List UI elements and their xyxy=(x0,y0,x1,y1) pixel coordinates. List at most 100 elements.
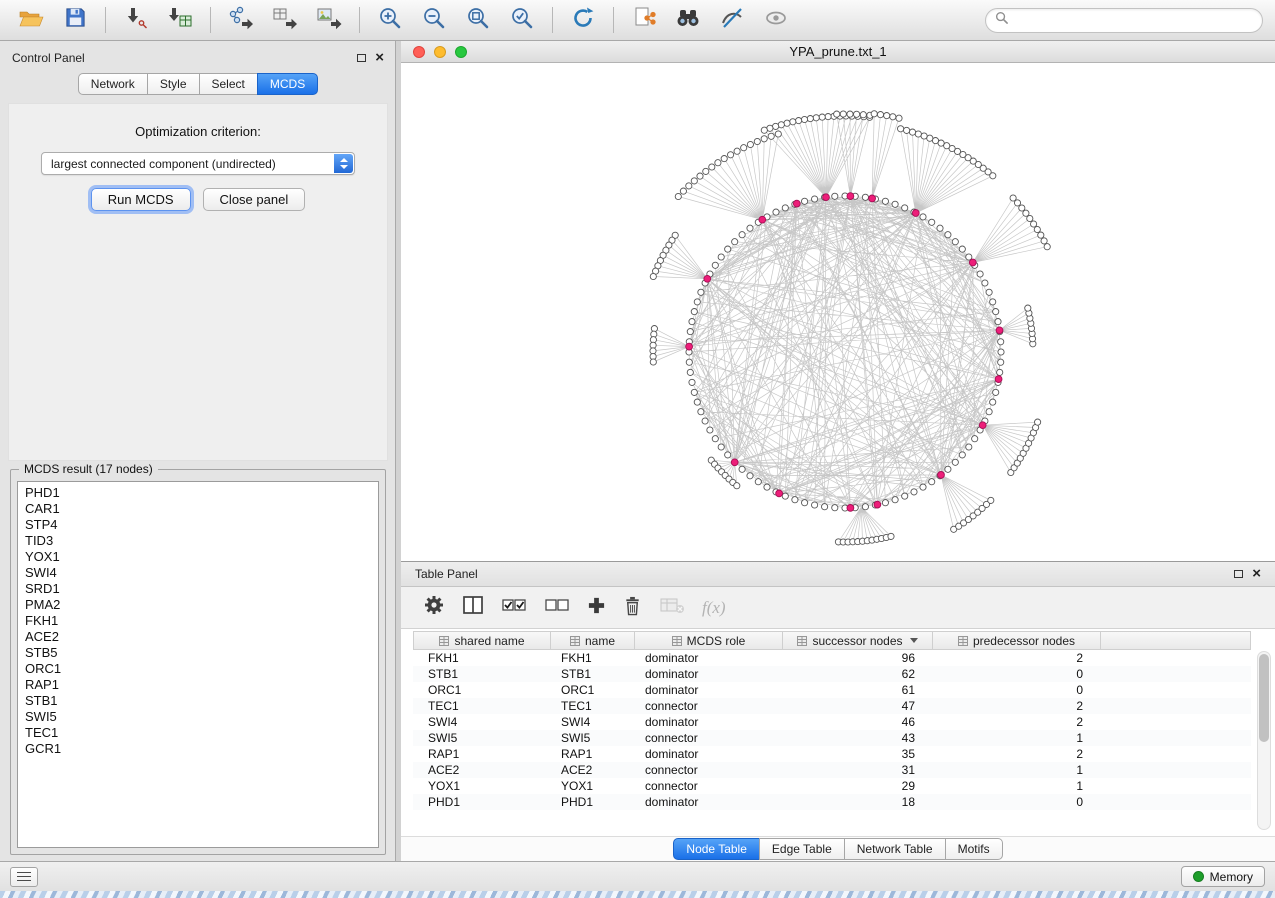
network-leaf-node[interactable] xyxy=(921,133,927,139)
network-leaf-node[interactable] xyxy=(819,114,825,120)
network-node[interactable] xyxy=(998,339,1004,345)
network-dominator-node[interactable] xyxy=(823,194,830,201)
import-table-button[interactable] xyxy=(161,4,199,36)
network-canvas[interactable] xyxy=(401,63,1275,560)
network-node[interactable] xyxy=(707,427,713,433)
network-leaf-node[interactable] xyxy=(847,111,853,117)
save-session-button[interactable] xyxy=(56,4,94,36)
network-leaf-node[interactable] xyxy=(675,193,681,199)
tab-network[interactable]: Network xyxy=(78,73,148,95)
network-leaf-node[interactable] xyxy=(890,114,896,120)
network-node[interactable] xyxy=(911,489,917,495)
network-leaf-node[interactable] xyxy=(691,178,697,184)
network-dominator-node[interactable] xyxy=(731,459,738,466)
network-node[interactable] xyxy=(862,504,868,510)
network-leaf-node[interactable] xyxy=(703,168,709,174)
network-node[interactable] xyxy=(718,254,724,260)
network-leaf-node[interactable] xyxy=(807,116,813,122)
network-node[interactable] xyxy=(986,409,992,415)
network-node[interactable] xyxy=(773,209,779,215)
network-leaf-node[interactable] xyxy=(775,131,781,137)
create-column-button[interactable] xyxy=(587,596,606,620)
close-window-button[interactable] xyxy=(413,46,425,58)
network-node[interactable] xyxy=(986,289,992,295)
network-leaf-node[interactable] xyxy=(825,114,831,120)
zoom-out-button[interactable] xyxy=(415,4,453,36)
column-header-MCDS-role[interactable]: MCDS role xyxy=(635,631,783,650)
network-leaf-node[interactable] xyxy=(1041,238,1047,244)
close-table-panel-button[interactable]: × xyxy=(1252,569,1261,579)
zoom-in-button[interactable] xyxy=(371,4,409,36)
network-node[interactable] xyxy=(959,246,965,252)
network-node[interactable] xyxy=(920,484,926,490)
network-node[interactable] xyxy=(802,500,808,506)
network-leaf-node[interactable] xyxy=(801,116,807,122)
mcds-result-item[interactable]: SRD1 xyxy=(25,581,378,597)
network-node[interactable] xyxy=(687,369,693,375)
first-neighbors-button[interactable] xyxy=(669,4,707,36)
network-leaf-node[interactable] xyxy=(988,497,994,503)
network-node[interactable] xyxy=(952,459,958,465)
float-table-panel-button[interactable] xyxy=(1234,570,1243,578)
table-row[interactable]: SWI4SWI4dominator462 xyxy=(413,714,1251,730)
network-leaf-node[interactable] xyxy=(904,127,910,133)
network-leaf-node[interactable] xyxy=(896,115,902,121)
mcds-result-item[interactable]: TID3 xyxy=(25,533,378,549)
network-leaf-node[interactable] xyxy=(854,111,860,117)
import-network-button[interactable] xyxy=(117,4,155,36)
column-header-shared-name[interactable]: shared name xyxy=(413,631,551,650)
network-leaf-node[interactable] xyxy=(834,111,840,117)
run-mcds-button[interactable]: Run MCDS xyxy=(91,188,191,211)
network-node[interactable] xyxy=(822,504,828,510)
mcds-result-item[interactable]: PMA2 xyxy=(25,597,378,613)
network-node[interactable] xyxy=(691,309,697,315)
network-node[interactable] xyxy=(694,399,700,405)
network-leaf-node[interactable] xyxy=(877,112,883,118)
close-panel-button[interactable]: × xyxy=(375,53,384,63)
network-dominator-node[interactable] xyxy=(776,490,783,497)
network-node[interactable] xyxy=(792,497,798,503)
network-leaf-node[interactable] xyxy=(1031,221,1037,227)
network-node[interactable] xyxy=(725,246,731,252)
close-panel-button-mcds[interactable]: Close panel xyxy=(203,188,306,211)
network-node[interactable] xyxy=(755,479,761,485)
network-node[interactable] xyxy=(993,389,999,395)
tab-select[interactable]: Select xyxy=(199,73,258,95)
table-row[interactable]: PHD1PHD1dominator180 xyxy=(413,794,1251,810)
network-node[interactable] xyxy=(902,493,908,499)
network-leaf-node[interactable] xyxy=(728,152,734,158)
network-node[interactable] xyxy=(698,289,704,295)
network-node[interactable] xyxy=(892,497,898,503)
mcds-result-item[interactable]: RAP1 xyxy=(25,677,378,693)
tab-network-table[interactable]: Network Table xyxy=(844,838,946,860)
network-node[interactable] xyxy=(882,198,888,204)
network-leaf-node[interactable] xyxy=(747,141,753,147)
network-leaf-node[interactable] xyxy=(1038,232,1044,238)
tab-motifs[interactable]: Motifs xyxy=(945,838,1003,860)
network-node[interactable] xyxy=(782,493,788,499)
network-leaf-node[interactable] xyxy=(697,173,703,179)
mcds-result-item[interactable]: STP4 xyxy=(25,517,378,533)
network-leaf-node[interactable] xyxy=(796,118,802,124)
network-node[interactable] xyxy=(998,359,1004,365)
network-node[interactable] xyxy=(832,505,838,511)
network-leaf-node[interactable] xyxy=(1023,210,1029,216)
network-dominator-node[interactable] xyxy=(979,422,986,429)
network-dominator-node[interactable] xyxy=(938,472,945,479)
network-leaf-node[interactable] xyxy=(734,148,740,154)
network-node[interactable] xyxy=(977,271,983,277)
network-node[interactable] xyxy=(689,319,695,325)
network-node[interactable] xyxy=(725,452,731,458)
column-header-name[interactable]: name xyxy=(551,631,635,650)
network-node[interactable] xyxy=(712,436,718,442)
deselect-all-button[interactable] xyxy=(544,595,570,620)
column-header-successor-nodes[interactable]: successor nodes xyxy=(783,631,933,650)
network-leaf-node[interactable] xyxy=(813,115,819,121)
mcds-result-item[interactable]: GCR1 xyxy=(25,741,378,757)
network-node[interactable] xyxy=(812,502,818,508)
chevron-down-icon[interactable] xyxy=(910,638,918,643)
select-all-button[interactable] xyxy=(501,595,527,620)
network-leaf-node[interactable] xyxy=(909,129,915,135)
minimize-window-button[interactable] xyxy=(434,46,446,58)
network-node[interactable] xyxy=(732,239,738,245)
